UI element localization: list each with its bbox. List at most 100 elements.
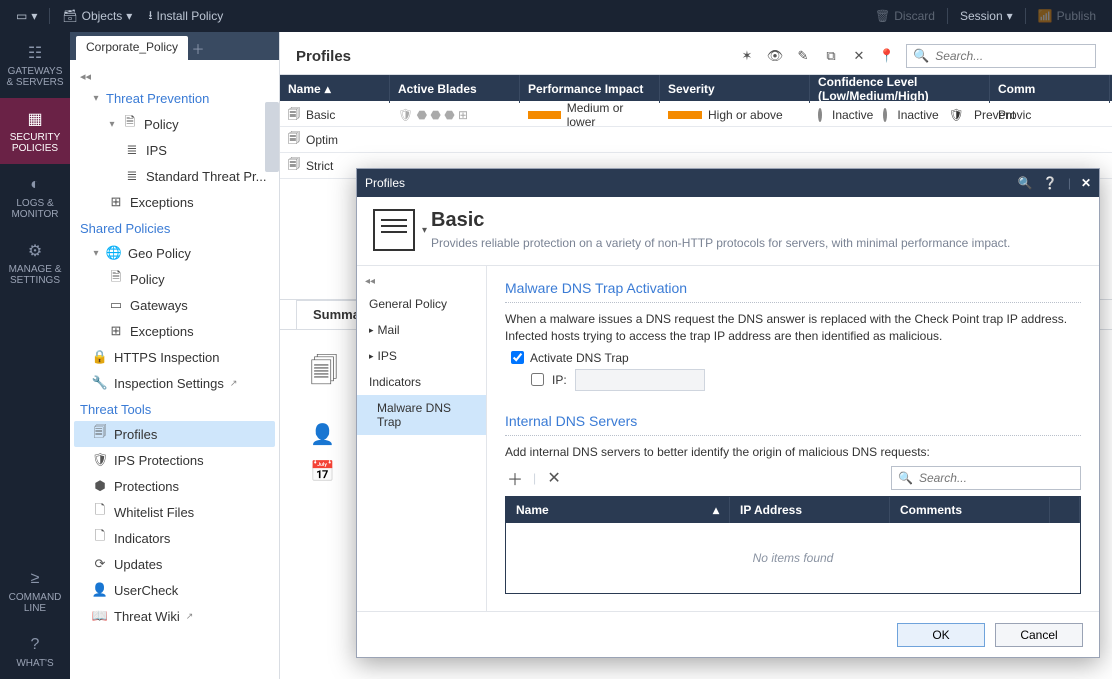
- book-icon: 📖: [92, 608, 108, 624]
- dns-col-ip[interactable]: IP Address: [730, 497, 890, 523]
- install-policy-button[interactable]: ⭳Install Policy: [140, 0, 231, 32]
- tree-geo-policy-sub[interactable]: 🗎Policy: [74, 266, 275, 292]
- dns-col-comments[interactable]: Comments: [890, 497, 1050, 523]
- wrench-icon: 🔧: [92, 375, 108, 391]
- edit-icon[interactable]: ✎: [794, 47, 812, 65]
- col-perf[interactable]: Performance Impact: [520, 75, 660, 103]
- rail-manage[interactable]: ⚙MANAGE & SETTINGS: [0, 230, 70, 296]
- new-icon[interactable]: ✶: [738, 47, 756, 65]
- tree-standard-threat[interactable]: ≣Standard Threat Pr...: [74, 163, 275, 189]
- dialog-profile-name: Basic: [431, 209, 1010, 232]
- tree-updates[interactable]: ⟳Updates: [74, 551, 275, 577]
- col-comments[interactable]: Comm: [990, 75, 1110, 103]
- activate-dns-trap-input[interactable]: [511, 351, 524, 364]
- publish-button[interactable]: 📶Publish: [1030, 9, 1104, 23]
- col-confidence[interactable]: Confidence Level (Low/Medium/High): [810, 75, 990, 103]
- tree-profiles[interactable]: 🗐Profiles: [74, 421, 275, 447]
- prevent-icon: 🛡: [949, 108, 964, 122]
- discard-button[interactable]: 🗑Discard: [867, 9, 943, 23]
- user-icon: 👤: [92, 582, 108, 598]
- ip-checkbox[interactable]: [531, 373, 544, 386]
- wifi-icon: 📶: [1038, 9, 1053, 23]
- profiles-search-input[interactable]: [935, 49, 1089, 63]
- remove-dns-server-button[interactable]: ✕: [544, 468, 564, 488]
- col-blades[interactable]: Active Blades: [390, 75, 520, 103]
- search-icon: 🔍: [898, 471, 913, 485]
- ok-button[interactable]: OK: [897, 623, 985, 647]
- section-malware-dns-trap-desc: When a malware issues a DNS request the …: [505, 311, 1081, 345]
- profiles-row-optim[interactable]: 🗐Optim: [280, 127, 1112, 153]
- tree-inspection-settings[interactable]: 🔧Inspection Settings↗: [74, 370, 275, 396]
- tree-exceptions[interactable]: ⊞Exceptions: [74, 189, 275, 215]
- help-icon: ?: [4, 636, 66, 654]
- col-name[interactable]: Name ▴: [280, 75, 390, 103]
- tree-https-inspection[interactable]: 🔒HTTPS Inspection: [74, 344, 275, 370]
- document-icon: 🗎: [122, 116, 138, 132]
- tree-indicators[interactable]: 🗋Indicators: [74, 525, 275, 551]
- policy-tab-corporate[interactable]: Corporate_Policy: [76, 36, 188, 60]
- clone-icon[interactable]: ⧉: [822, 47, 840, 65]
- nav-indicators[interactable]: Indicators: [357, 369, 486, 395]
- dns-search-input[interactable]: [919, 471, 1074, 485]
- app-menu[interactable]: ▭ ▾: [8, 0, 45, 32]
- tree-ips[interactable]: ≣IPS: [74, 137, 275, 163]
- dialog-pane: Malware DNS Trap Activation When a malwa…: [487, 266, 1099, 611]
- col-severity[interactable]: Severity: [660, 75, 810, 103]
- section-internal-dns-title: Internal DNS Servers: [505, 413, 1081, 429]
- dialog-close-icon[interactable]: ✕: [1081, 176, 1091, 190]
- tree-ips-protections[interactable]: 🛡IPS Protections: [74, 447, 275, 473]
- dialog-search-icon[interactable]: 🔍: [1018, 176, 1033, 190]
- nav-general-policy[interactable]: General Policy: [357, 291, 486, 317]
- dialog-titlebar[interactable]: Profiles 🔍 ❔ | ✕: [357, 169, 1099, 197]
- section-internal-dns-desc: Add internal DNS servers to better ident…: [505, 444, 1081, 461]
- collapse-icon[interactable]: ◂◂: [74, 68, 275, 85]
- shared-policies-header: Shared Policies: [74, 215, 275, 240]
- rail-gateways[interactable]: ☷GATEWAYS & SERVERS: [0, 32, 70, 98]
- tree-geo-policy[interactable]: ▾🌐Geo Policy: [74, 240, 275, 266]
- ip-input[interactable]: [575, 369, 705, 391]
- activate-dns-trap-checkbox[interactable]: Activate DNS Trap: [511, 351, 1081, 365]
- shield2-icon: ⬢: [92, 478, 108, 494]
- rail-logs[interactable]: ◐LOGS & MONITOR: [0, 164, 70, 230]
- tree-protections[interactable]: ⬢Protections: [74, 473, 275, 499]
- objects-menu[interactable]: 🗃Objects ▾: [54, 0, 140, 32]
- dialog-title-text: Profiles: [365, 176, 405, 190]
- blade-icons: 🛡 ⬣ ⬣ ⬣ ⊞: [398, 108, 468, 122]
- delete-icon[interactable]: ✕: [850, 47, 868, 65]
- tree-usercheck[interactable]: 👤UserCheck: [74, 577, 275, 603]
- nav-mail[interactable]: ▸Mail: [357, 317, 486, 343]
- dialog-subtitle: Provides reliable protection on a variet…: [431, 236, 1010, 250]
- nav-ips[interactable]: ▸IPS: [357, 343, 486, 369]
- collapse-icon[interactable]: ◂◂: [357, 276, 486, 291]
- session-menu[interactable]: Session ▾: [952, 9, 1021, 23]
- whereused-icon[interactable]: 📍: [878, 47, 896, 65]
- tree-threat-prevention[interactable]: ▾Threat Prevention: [74, 85, 275, 111]
- gear-icon: ⚙: [4, 242, 66, 260]
- objects-label: Objects: [82, 9, 123, 23]
- dialog-help-icon[interactable]: ❔: [1043, 176, 1058, 190]
- download-icon: ⭳: [148, 6, 152, 27]
- section-malware-dns-trap-title: Malware DNS Trap Activation: [505, 280, 1081, 296]
- lock-icon: 🔒: [92, 349, 108, 365]
- profile-large-icon: 🗐: [310, 350, 338, 398]
- rail-whats[interactable]: ?WHAT'S: [0, 624, 70, 679]
- tree-gateways[interactable]: ▭Gateways: [74, 292, 275, 318]
- rail-security-policies[interactable]: ▦SECURITY POLICIES: [0, 98, 70, 164]
- add-dns-server-button[interactable]: ＋: [505, 468, 525, 488]
- nav-malware-dns-trap[interactable]: Malware DNS Trap: [357, 395, 486, 435]
- view-icon[interactable]: 👁: [766, 47, 784, 65]
- grid-icon: ▦: [4, 110, 66, 128]
- profile-dialog: Profiles 🔍 ❔ | ✕ ▾ Basic Provides reliab…: [356, 168, 1100, 658]
- dns-col-name[interactable]: Name▴: [506, 497, 730, 523]
- profiles-row-basic[interactable]: 🗐Basic 🛡 ⬣ ⬣ ⬣ ⊞ Medium or lower High or…: [280, 101, 1112, 127]
- cancel-button[interactable]: Cancel: [995, 623, 1083, 647]
- sidebar-scrollbar[interactable]: [265, 102, 279, 172]
- tree-policy[interactable]: ▾🗎Policy: [74, 111, 275, 137]
- document-icon: 🗎: [108, 271, 124, 287]
- rail-command-line[interactable]: ≥COMMAND LINE: [0, 558, 70, 624]
- tree-geo-exceptions[interactable]: ⊞Exceptions: [74, 318, 275, 344]
- tree-whitelist[interactable]: 🗋Whitelist Files: [74, 499, 275, 525]
- add-policy-tab[interactable]: ＋: [188, 36, 208, 60]
- tree-threat-wiki[interactable]: 📖Threat Wiki↗: [74, 603, 275, 629]
- trash-icon: 🗑: [875, 9, 890, 23]
